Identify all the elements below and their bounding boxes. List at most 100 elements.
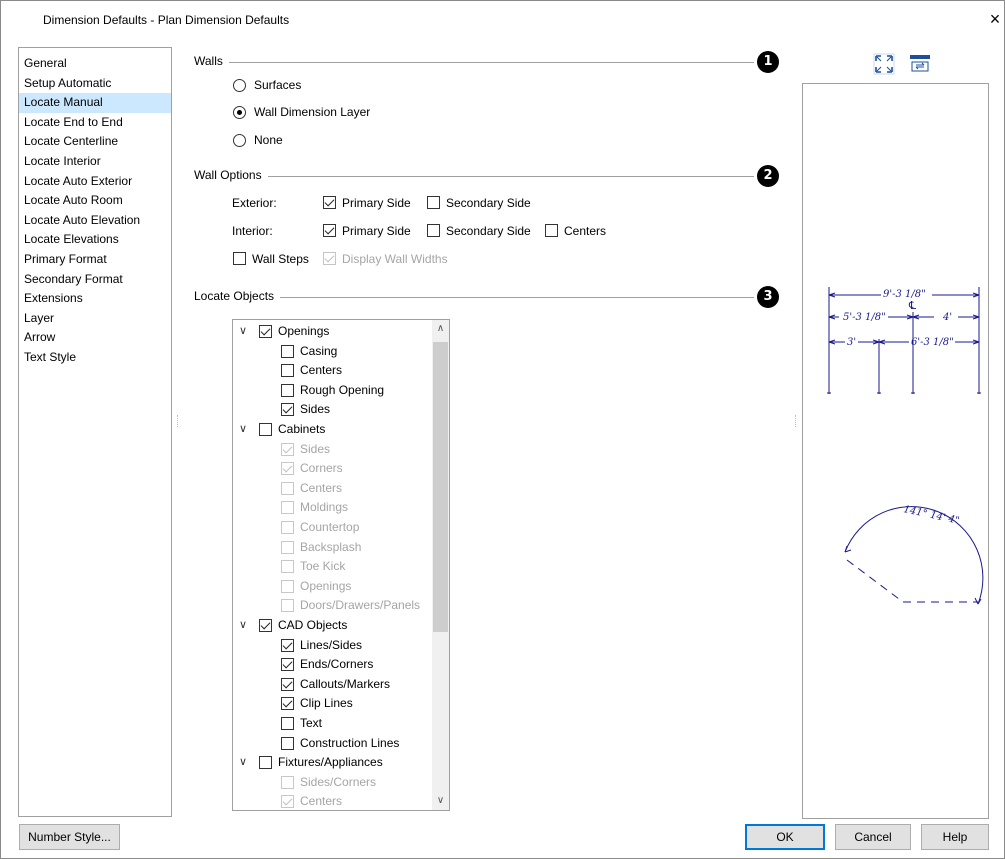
exterior-primary-side-checkbox[interactable]: [323, 196, 336, 209]
tree-checkbox[interactable]: [281, 677, 294, 691]
category-item[interactable]: Locate End to End: [19, 113, 171, 133]
wall-steps-checkbox[interactable]: [233, 252, 246, 265]
help-button[interactable]: Help: [921, 824, 989, 850]
tree-group-row[interactable]: ∨ CAD Objects: [233, 616, 433, 636]
category-item[interactable]: Arrow: [19, 328, 171, 348]
tree-checkbox[interactable]: [259, 325, 272, 338]
category-item[interactable]: Extensions: [19, 289, 171, 309]
tree-group-row[interactable]: ∨ Fixtures/Appliances: [233, 753, 433, 773]
tree-checkbox[interactable]: [281, 697, 294, 711]
radio-none[interactable]: [233, 134, 246, 147]
tree-item-row[interactable]: Doors/Drawers/Panels: [233, 596, 433, 616]
tree-checkbox[interactable]: [281, 364, 294, 378]
tree-checkbox[interactable]: [281, 462, 294, 476]
radio-surfaces[interactable]: [233, 79, 246, 92]
tree-checkbox[interactable]: [259, 619, 272, 632]
number-style-button[interactable]: Number Style...: [19, 824, 120, 850]
tree-checkbox[interactable]: [281, 501, 294, 515]
dim-left-label: 5'-3 1/8": [843, 312, 886, 323]
category-item[interactable]: Locate Manual: [19, 93, 171, 113]
category-item[interactable]: General: [19, 54, 171, 74]
display-wall-widths-checkbox[interactable]: [323, 252, 336, 265]
tree-checkbox[interactable]: [281, 717, 294, 730]
chevron-down-icon[interactable]: ∨: [239, 618, 247, 631]
tree-checkbox[interactable]: [281, 481, 294, 495]
interior-centers-checkbox[interactable]: [545, 224, 558, 237]
category-item[interactable]: Text Style: [19, 348, 171, 368]
tree-checkbox[interactable]: [259, 756, 272, 770]
tree-item-row[interactable]: Text: [233, 714, 433, 734]
tree-group-row[interactable]: ∨ Openings: [233, 322, 433, 342]
tree-item-row[interactable]: Moldings: [233, 498, 433, 518]
wall-options-divider: [194, 176, 754, 177]
chevron-down-icon[interactable]: ∨: [239, 324, 247, 337]
tree-item-row[interactable]: Construction Lines: [233, 734, 433, 754]
tree-item-row[interactable]: Ends/Corners: [233, 655, 433, 675]
category-item[interactable]: Secondary Format: [19, 270, 171, 290]
dim-bottom-left-label: 3': [847, 337, 856, 348]
exterior-label: Exterior:: [232, 196, 277, 210]
tree-item-row[interactable]: Rough Opening: [233, 381, 433, 401]
category-item[interactable]: Primary Format: [19, 250, 171, 270]
cancel-button[interactable]: Cancel: [835, 824, 911, 850]
tree-checkbox[interactable]: [281, 403, 294, 417]
category-item[interactable]: Locate Auto Room: [19, 191, 171, 211]
category-item[interactable]: Locate Auto Exterior: [19, 172, 171, 192]
left-splitter-grip[interactable]: [177, 415, 180, 427]
category-item[interactable]: Locate Elevations: [19, 230, 171, 250]
tree-item-row[interactable]: Casing: [233, 342, 433, 362]
interior-primary-side-checkbox[interactable]: [323, 224, 336, 237]
tree-item-row[interactable]: Sides/Corners: [233, 773, 433, 793]
interior-secondary-side-checkbox[interactable]: [427, 224, 440, 237]
swap-view-icon[interactable]: [909, 53, 931, 75]
tree-checkbox[interactable]: [281, 775, 294, 789]
category-list[interactable]: General Setup Automatic Locate Manual Locat…: [18, 47, 172, 817]
radio-wall-dimension-layer[interactable]: [233, 106, 246, 119]
exterior-secondary-side-label: Secondary Side: [446, 196, 531, 210]
locate-objects-tree[interactable]: ∨ Openings Casing Centers Rough Opening Sides…: [232, 319, 450, 811]
tree-scrollbar[interactable]: ∧ ∨: [432, 320, 449, 810]
tree-checkbox[interactable]: [281, 521, 294, 534]
tree-checkbox[interactable]: [281, 560, 294, 574]
category-item[interactable]: Locate Centerline: [19, 132, 171, 152]
fit-to-window-icon[interactable]: [873, 53, 895, 75]
tree-item-row[interactable]: Centers: [233, 361, 433, 381]
category-item[interactable]: Layer: [19, 309, 171, 329]
tree-checkbox[interactable]: [281, 599, 294, 613]
tree-checkbox[interactable]: [281, 638, 294, 652]
tree-checkbox[interactable]: [281, 579, 294, 593]
tree-checkbox[interactable]: [281, 658, 294, 672]
tree-checkbox[interactable]: [281, 344, 294, 358]
tree-checkbox[interactable]: [281, 383, 294, 397]
tree-item-row[interactable]: Callouts/Markers: [233, 675, 433, 695]
tree-item-row[interactable]: Lines/Sides: [233, 636, 433, 656]
tree-group-row[interactable]: ∨ Cabinets: [233, 420, 433, 440]
tree-item-row[interactable]: Clip Lines: [233, 694, 433, 714]
right-splitter-grip[interactable]: [795, 415, 798, 427]
tree-item-row[interactable]: Corners: [233, 459, 433, 479]
chevron-down-icon[interactable]: ∨: [239, 755, 247, 768]
tree-item-row[interactable]: Backsplash: [233, 538, 433, 558]
tree-item-row[interactable]: Toe Kick: [233, 557, 433, 577]
tree-item-row[interactable]: Openings: [233, 577, 433, 597]
tree-checkbox[interactable]: [281, 540, 294, 554]
scroll-thumb[interactable]: [433, 342, 448, 632]
category-item[interactable]: Setup Automatic: [19, 74, 171, 94]
tree-item-row[interactable]: Countertop: [233, 518, 433, 538]
tree-item-row[interactable]: Sides: [233, 400, 433, 420]
ok-button[interactable]: OK: [745, 824, 825, 850]
exterior-secondary-side-checkbox[interactable]: [427, 196, 440, 209]
tree-checkbox[interactable]: [281, 442, 294, 456]
tree-item-row[interactable]: Centers: [233, 479, 433, 499]
scroll-up-icon[interactable]: ∧: [432, 320, 449, 338]
chevron-down-icon[interactable]: ∨: [239, 422, 247, 435]
category-item[interactable]: Locate Auto Elevation: [19, 211, 171, 231]
tree-checkbox[interactable]: [281, 795, 294, 809]
tree-checkbox[interactable]: [259, 423, 272, 436]
tree-item-row[interactable]: Centers: [233, 792, 433, 810]
tree-checkbox[interactable]: [281, 736, 294, 750]
close-icon[interactable]: ×: [986, 9, 1004, 29]
scroll-down-icon[interactable]: ∨: [432, 792, 449, 810]
tree-item-row[interactable]: Sides: [233, 440, 433, 460]
category-item[interactable]: Locate Interior: [19, 152, 171, 172]
